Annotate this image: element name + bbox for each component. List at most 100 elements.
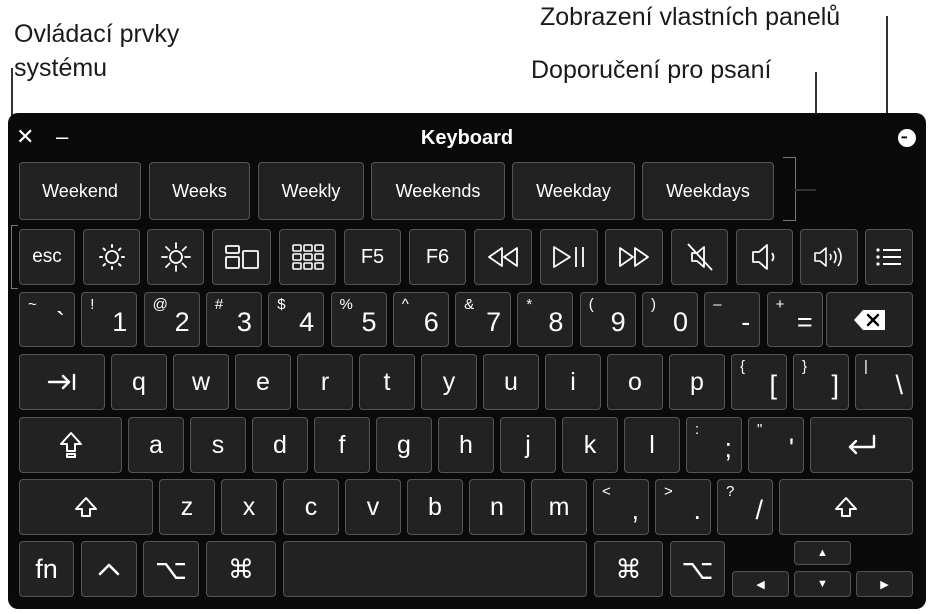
letter-key-v[interactable]: v [345,479,401,535]
control-icon [82,542,136,596]
suggestion-3[interactable]: Weekly [258,162,364,220]
number-key-1-shift-label: ! [90,296,95,313]
letter-key-l[interactable]: l [624,417,680,473]
return-key[interactable] [810,417,913,473]
letter-key-e-label: e [256,367,270,396]
mute-key[interactable] [671,229,728,285]
number-key-3[interactable]: #3 [205,292,262,347]
letter-key-r[interactable]: r [297,354,353,410]
symbol-key-q2[interactable]: | \ [855,354,913,410]
suggestion-4[interactable]: Weekends [371,162,505,220]
launchpad-key[interactable] [279,229,336,285]
letter-key-u[interactable]: u [483,354,539,410]
letter-key-e[interactable]: e [235,354,291,410]
symbol-key-q0[interactable]: {[ [731,354,787,410]
mission-control-key[interactable] [212,229,271,285]
symbol-key-b2[interactable]: ? / [717,479,773,535]
letter-key-j[interactable]: j [500,417,556,473]
letter-key-h[interactable]: h [438,417,494,473]
suggestion-5[interactable]: Weekday [512,162,635,220]
fn-label: fn [35,553,58,584]
number-key-9[interactable]: (9 [579,292,636,347]
letter-key-x-label: x [242,492,256,521]
symbol-key-b1[interactable]: >. [655,479,711,535]
letter-key-p[interactable]: p [669,354,725,410]
left-shift-key[interactable] [19,479,153,535]
symbol-key-h1[interactable]: " ' [748,417,804,473]
number-key-6[interactable]: ^ 6 [392,292,449,347]
letter-key-a[interactable]: a [128,417,184,473]
fast-forward-key[interactable] [605,229,663,285]
arrow-down-key[interactable]: ▼ [794,571,851,597]
arrow-left-key[interactable]: ◀ [732,571,789,597]
letter-key-s[interactable]: s [190,417,246,473]
number-key-4[interactable]: $4 [268,292,325,347]
volume-down-key[interactable] [736,229,793,285]
number-key-1[interactable]: ! 1 [81,292,138,347]
left-command-key[interactable]: ⌘ [206,541,276,597]
delete-key[interactable] [826,292,913,347]
letter-key-w[interactable]: w [173,354,229,410]
volume-up-key[interactable] [800,229,858,285]
number-key-10[interactable]: ) 0 [642,292,698,347]
letter-key-s-label: s [211,430,225,459]
panels-list-key[interactable] [865,229,913,285]
number-key-5[interactable]: % 5 [330,292,387,347]
letter-key-f[interactable]: f [314,417,370,473]
letter-key-t[interactable]: t [359,354,415,410]
letter-key-g[interactable]: g [376,417,432,473]
option-icon: ⌥ [154,553,188,585]
number-key-5-shift-label: % [339,296,353,313]
letter-key-o[interactable]: o [607,354,663,410]
letter-key-d[interactable]: d [252,417,308,473]
f6-key[interactable]: F6 [409,229,466,285]
number-key-2[interactable]: @2 [143,292,200,347]
number-key-10-shift-label: ) [651,296,656,313]
brightness-up-key[interactable] [147,229,204,285]
letter-key-c[interactable]: c [283,479,339,535]
more-options-button[interactable]: ••• [898,129,916,147]
number-key-7[interactable]: & 7 [455,292,512,347]
letter-key-q[interactable]: q [111,354,167,410]
number-key-0[interactable]: ~ ` [19,292,75,347]
symbol-key-h0[interactable]: :; [686,417,742,473]
control-key[interactable] [81,541,137,597]
suggestion-6[interactable]: Weekdays [642,162,774,220]
brightness-down-key[interactable] [83,229,140,285]
tab-key[interactable] [19,354,105,410]
number-key-12[interactable]: + = [766,292,823,347]
number-key-11[interactable]: – - [704,292,761,347]
suggestion-2[interactable]: Weeks [149,162,250,220]
left-option-key[interactable]: ⌥ [143,541,199,597]
right-command-key[interactable]: ⌘ [594,541,663,597]
space-bar[interactable] [283,541,587,597]
letter-key-b[interactable]: b [407,479,463,535]
letter-key-m[interactable]: m [531,479,587,535]
number-key-4-shift-label: $ [277,296,286,313]
letter-key-y[interactable]: y [421,354,477,410]
rewind-key[interactable] [474,229,532,285]
arrow-right-key[interactable]: ▶ [856,571,913,597]
letter-key-i[interactable]: i [545,354,601,410]
number-key-7-shift-label: & [464,296,475,313]
play-pause-key[interactable] [540,229,598,285]
letter-key-z[interactable]: z [159,479,215,535]
window-title: Keyboard [420,127,514,149]
volume-up-icon [801,230,857,284]
right-option-key[interactable]: ⌥ [670,541,725,597]
number-key-6-label: 6 [423,307,439,337]
fn-key[interactable]: fn [19,541,74,597]
right-shift-key[interactable] [779,479,913,535]
f5-key[interactable]: F5 [344,229,401,285]
letter-key-n[interactable]: n [469,479,525,535]
letter-key-x[interactable]: x [221,479,277,535]
esc-key[interactable]: esc [19,229,75,285]
caps-lock-key[interactable] [19,417,122,473]
number-key-8[interactable]: * 8 [517,292,574,347]
symbol-key-b2-label: / [755,495,763,525]
letter-key-k[interactable]: k [562,417,618,473]
arrow-up-key[interactable]: ▲ [794,541,851,565]
symbol-key-b0[interactable]: <, [593,479,649,535]
suggestion-1[interactable]: Weekend [19,162,141,220]
symbol-key-q1[interactable]: }] [793,354,849,410]
